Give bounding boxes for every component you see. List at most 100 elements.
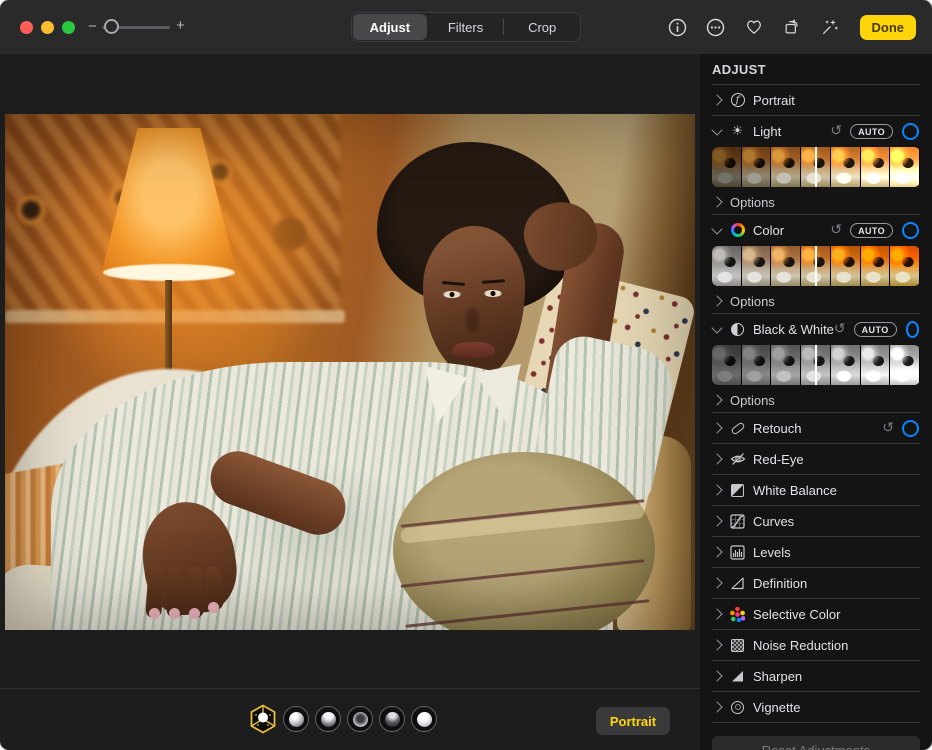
minimize-window-button[interactable]	[41, 21, 54, 34]
row-label: Light	[753, 124, 781, 139]
color-options-disclosure[interactable]: Options	[712, 289, 920, 313]
color-thumbnail-strip[interactable]	[712, 246, 920, 286]
natural-light-option-selected[interactable]	[247, 703, 279, 735]
row-label: Color	[753, 223, 784, 238]
adjust-row-levels[interactable]: Levels	[712, 537, 920, 567]
auto-button[interactable]: AUTO	[850, 124, 893, 139]
adjust-row-sharpen[interactable]: Sharpen	[712, 661, 920, 691]
tab-crop[interactable]: Crop	[505, 14, 579, 40]
undo-icon[interactable]: ↺	[830, 223, 842, 237]
adjust-row-portrait[interactable]: ƒ Portrait	[712, 85, 920, 115]
auto-button[interactable]: AUTO	[850, 223, 893, 238]
toolbar-actions: Done	[666, 0, 932, 54]
adjust-row-definition[interactable]: Definition	[712, 568, 920, 598]
studio-light-option[interactable]	[283, 706, 309, 732]
chevron-down-icon[interactable]	[711, 124, 722, 135]
bw-thumbnail-strip[interactable]	[712, 345, 920, 385]
chevron-right-icon[interactable]	[711, 484, 722, 495]
vignette-circle-icon	[731, 701, 744, 714]
auto-enhance-icon[interactable]	[818, 15, 842, 39]
adjust-sidebar: ADJUST ƒ Portrait ☀ Light ↺ AUTO Options	[700, 54, 932, 750]
wb-square-icon	[731, 484, 744, 497]
chevron-right-icon[interactable]	[711, 94, 722, 105]
adjust-row-red-eye[interactable]: Red-Eye	[712, 444, 920, 474]
adjust-row-retouch[interactable]: Retouch ↺	[712, 413, 920, 443]
auto-button[interactable]: AUTO	[854, 322, 897, 337]
zoom-slider[interactable]: − +	[88, 14, 188, 40]
zoom-slider-knob[interactable]	[104, 19, 119, 34]
zoom-in-icon[interactable]: +	[176, 18, 185, 33]
chevron-right-icon[interactable]	[711, 701, 722, 712]
strip-cursor[interactable]	[815, 147, 817, 187]
adjust-row-selective-color[interactable]: Selective Color	[712, 599, 920, 629]
edit-mode-tabs: Adjust Filters Crop	[351, 12, 581, 42]
photos-edit-window: − + Adjust Filters Crop	[0, 0, 932, 750]
row-label: Selective Color	[753, 607, 840, 622]
chevron-right-icon[interactable]	[711, 394, 722, 405]
adjust-row-black-white[interactable]: Black & White ↺ AUTO	[712, 314, 920, 344]
adjustment-enabled-toggle[interactable]	[902, 420, 919, 437]
adjust-row-white-balance[interactable]: White Balance	[712, 475, 920, 505]
curves-grid-icon	[729, 513, 746, 530]
close-window-button[interactable]	[20, 21, 33, 34]
row-label: Curves	[753, 514, 794, 529]
row-label: White Balance	[753, 483, 837, 498]
editor-canvas-area: Portrait	[0, 54, 700, 750]
chevron-right-icon[interactable]	[711, 422, 722, 433]
row-label: Levels	[753, 545, 791, 560]
strip-cursor[interactable]	[815, 345, 817, 385]
chevron-right-icon[interactable]	[711, 608, 722, 619]
row-label: Black & White	[753, 322, 834, 337]
photo-canvas[interactable]	[5, 114, 695, 630]
chevron-right-icon[interactable]	[711, 546, 722, 557]
adjustment-enabled-toggle[interactable]	[906, 321, 919, 338]
rotate-icon[interactable]	[780, 15, 804, 39]
row-label: Sharpen	[753, 669, 802, 684]
tab-adjust[interactable]: Adjust	[353, 14, 427, 40]
portrait-lighting-bar: Portrait	[0, 688, 700, 750]
bw-options-disclosure[interactable]: Options	[712, 388, 920, 412]
adjust-row-noise-reduction[interactable]: Noise Reduction	[712, 630, 920, 660]
chevron-down-icon[interactable]	[711, 223, 722, 234]
tab-filters[interactable]: Filters	[429, 14, 503, 40]
chevron-down-icon[interactable]	[711, 322, 722, 333]
chevron-right-icon[interactable]	[711, 577, 722, 588]
portrait-effect-button[interactable]: Portrait	[596, 707, 670, 735]
stage-light-option[interactable]	[347, 706, 373, 732]
eye-slash-icon	[729, 451, 746, 468]
half-circle-icon	[731, 323, 744, 336]
light-options-disclosure[interactable]: Options	[712, 190, 920, 214]
chevron-right-icon[interactable]	[711, 453, 722, 464]
row-label: Red-Eye	[753, 452, 804, 467]
light-thumbnail-strip[interactable]	[712, 147, 920, 187]
adjust-row-color[interactable]: Color ↺ AUTO	[712, 215, 920, 245]
done-button[interactable]: Done	[860, 15, 917, 40]
color-dots-icon	[730, 607, 745, 622]
info-icon[interactable]	[666, 15, 690, 39]
strip-cursor[interactable]	[815, 246, 817, 286]
stage-light-mono-option[interactable]	[379, 706, 405, 732]
high-key-light-mono-option[interactable]	[411, 706, 437, 732]
contour-light-option[interactable]	[315, 706, 341, 732]
chevron-right-icon[interactable]	[711, 670, 722, 681]
chevron-right-icon[interactable]	[711, 639, 722, 650]
chevron-right-icon[interactable]	[711, 295, 722, 306]
chevron-right-icon[interactable]	[711, 196, 722, 207]
favorite-heart-icon[interactable]	[742, 15, 766, 39]
bandage-icon	[730, 421, 745, 435]
adjust-row-light[interactable]: ☀ Light ↺ AUTO	[712, 116, 920, 146]
undo-icon[interactable]: ↺	[882, 421, 894, 435]
sun-icon: ☀	[732, 125, 744, 138]
row-label: Vignette	[753, 700, 800, 715]
adjust-row-curves[interactable]: Curves	[712, 506, 920, 536]
zoom-window-button[interactable]	[62, 21, 75, 34]
zoom-out-icon[interactable]: −	[88, 19, 97, 34]
adjust-row-vignette[interactable]: Vignette	[712, 692, 920, 722]
adjustment-enabled-toggle[interactable]	[902, 123, 919, 140]
undo-icon[interactable]: ↺	[830, 124, 842, 138]
more-options-icon[interactable]	[704, 15, 728, 39]
undo-icon[interactable]: ↺	[834, 322, 846, 336]
adjustment-enabled-toggle[interactable]	[902, 222, 919, 239]
chevron-right-icon[interactable]	[711, 515, 722, 526]
reset-adjustments-button[interactable]: Reset Adjustments	[712, 736, 920, 750]
